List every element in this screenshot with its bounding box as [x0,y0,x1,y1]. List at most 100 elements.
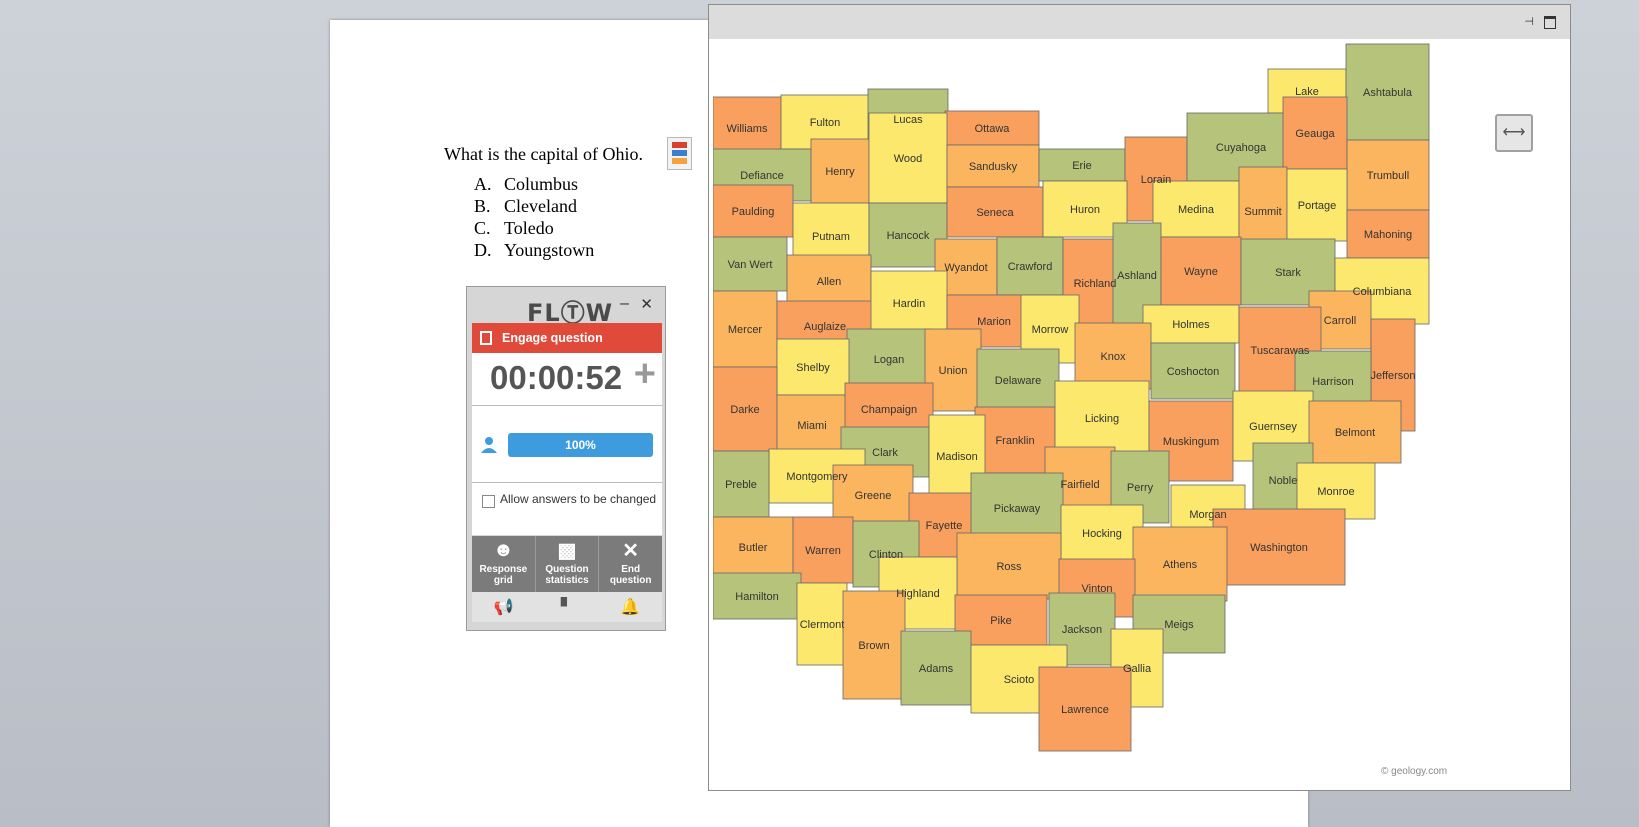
county-label: Knox [1100,351,1126,363]
county-label: Union [939,365,968,377]
county-label: Athens [1163,559,1198,571]
county-label: Richland [1074,278,1117,290]
county-label: Mercer [728,324,763,336]
allow-change-label: Allow answers to be changed [500,492,657,506]
county-label: Holmes [1172,319,1210,331]
county-label: Fulton [810,117,841,129]
county-label: Erie [1072,160,1092,172]
end-question-label: End question [609,564,652,586]
county-label: Ross [996,561,1022,573]
county-label: Portage [1298,200,1337,212]
county-label: Allen [817,276,841,288]
map-window: ⊣ Williams Fulton Lucas Ottawa Lake Ashtabula… [708,4,1571,791]
allow-change-checkbox[interactable] [482,495,495,508]
county-label: Franklin [995,435,1034,447]
county-label: Harrison [1312,376,1354,388]
ohio-county-map: Williams Fulton Lucas Ottawa Lake Ashtabula De… [712,39,1567,789]
county-label: Ashtabula [1363,87,1413,99]
county-label: Pickaway [994,503,1041,515]
bell-icon[interactable]: 🔔 [599,592,662,622]
close-button[interactable]: ✕ [640,295,653,313]
question-text: What is the capital of Ohio. [444,144,643,164]
response-grid-button[interactable]: ☻ Response grid [472,536,536,592]
add-time-button[interactable]: + [634,353,656,396]
flow-widget: FLⓉW – ✕ Engage question 00:00:52 + 100%… [466,286,666,631]
county-label: Van Wert [728,259,773,271]
county-label: Lorain [1141,174,1172,186]
answer-item: B. Cleveland [474,196,577,216]
poll-icon[interactable] [667,137,692,170]
county-label: Carroll [1324,315,1356,327]
county-label: Sandusky [969,161,1018,173]
county-label: Paulding [732,206,775,218]
end-question-button[interactable]: ✕ End question [599,536,663,592]
county-label: Muskingum [1163,436,1219,448]
county-label: Highland [896,588,939,600]
county-label: Meigs [1164,619,1194,631]
county-label: Pike [990,615,1011,627]
county-label: Preble [725,479,757,491]
county-label: Wayne [1184,266,1218,278]
action-buttons: ☻ Response grid ▩ Question statistics ✕ … [472,536,663,592]
county-label: Miami [797,420,826,432]
county-label: Warren [805,545,841,557]
answer-item: A. Columbus [474,174,579,194]
footer-toolbar: 📢 ▘ 🔔 [472,592,662,622]
county-label: Summit [1244,206,1281,218]
county-label: Wood [894,153,923,165]
county-label: Noble [1269,475,1298,487]
county-label: Geauga [1295,128,1335,140]
county-label: Trumbull [1367,170,1409,182]
question-statistics-label: Question statistics [545,564,589,586]
county-label: Lucas [893,114,923,126]
question-statistics-button[interactable]: ▩ Question statistics [535,536,600,592]
county-label: Clinton [869,549,903,561]
response-progress-bar: 100% [508,433,653,457]
county-label: Vinton [1082,583,1113,595]
county-label: Monroe [1317,486,1354,498]
county-label: Ottawa [975,123,1011,135]
county-label: Fairfield [1060,479,1099,491]
county-label: Wyandot [944,262,987,274]
county-label: Morrow [1032,324,1069,336]
pin-icon[interactable]: ⊣ [1524,15,1534,28]
county-label: Champaign [861,404,917,416]
county-label: Tuscarawas [1251,345,1310,357]
responses-panel: 100% [472,406,662,483]
county-label: Montgomery [786,471,848,483]
response-progress-label: 100% [565,438,596,452]
county-label: Delaware [995,375,1041,387]
county-label: Seneca [976,207,1014,219]
podium-icon[interactable]: ▘ [535,592,598,622]
answer-item: D. Youngstown [474,240,595,260]
answer-list: A. Columbus B. Cleveland C. Toledo D. Youngs… [474,173,594,261]
county-label: Auglaize [804,321,846,333]
county-label: Hancock [887,230,930,242]
map-window-titlebar: ⊣ [709,5,1570,39]
ohio-map-svg: Williams Fulton Lucas Ottawa Lake Ashtabula De… [712,39,1567,789]
answer-item: C. Toledo [474,218,554,238]
maximize-icon[interactable] [1544,16,1556,29]
county-label: Hocking [1082,528,1122,540]
county-label: Lake [1295,86,1319,98]
flow-header: FLⓉW – ✕ [467,287,665,327]
megaphone-icon[interactable]: 📢 [472,592,535,622]
minimize-button[interactable]: – [620,295,629,313]
county-label: Washington [1250,542,1308,554]
timer: 00:00:52 [490,359,623,396]
county-label: Madison [936,451,978,463]
question-statistics-icon: ▩ [557,539,577,562]
document-icon [480,331,492,345]
county-label: Williams [727,123,768,135]
county-label: Coshocton [1167,366,1220,378]
county-label: Columbiana [1353,286,1413,298]
county-label: Putnam [812,231,850,243]
county-label: Hamilton [735,591,778,603]
fit-width-button[interactable]: ⟷ [1495,114,1533,152]
end-question-icon: ✕ [622,539,640,562]
participants-icon [481,437,497,453]
county-label: Butler [739,542,768,554]
engage-question-button[interactable]: Engage question [472,323,662,353]
response-grid-label: Response grid [479,564,528,586]
county-label: Mahoning [1364,229,1412,241]
